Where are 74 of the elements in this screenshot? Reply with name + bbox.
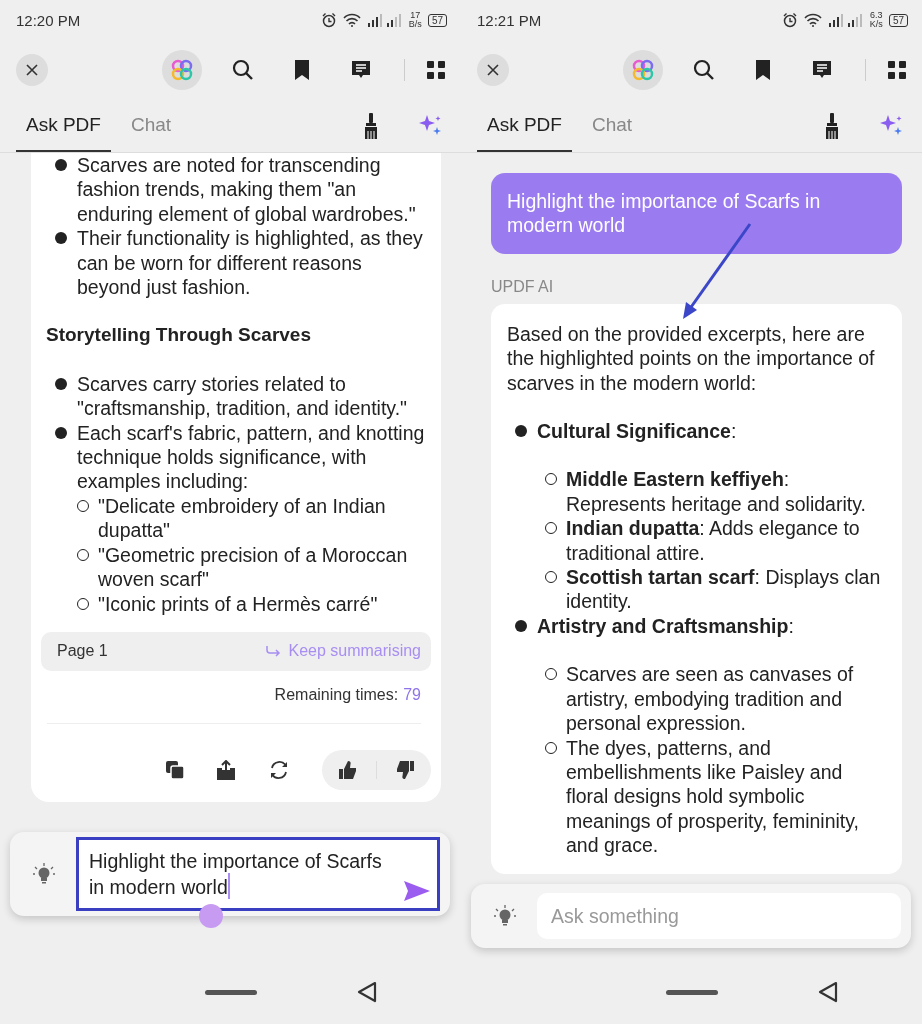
lightbulb-icon[interactable]	[493, 904, 517, 928]
sub-bullet-text: Middle Eastern keffiyeh: Represents heritage and solidarity.	[566, 467, 867, 517]
speed-unit: B/s	[408, 20, 422, 29]
home-bar[interactable]	[204, 989, 257, 995]
speed-value: 6.3	[870, 11, 883, 20]
input-field[interactable]: Ask something	[537, 893, 901, 939]
bullet-text: Artistry and Craftsmanship:	[537, 613, 795, 639]
bullet-icon	[515, 619, 527, 632]
bullet-text: Their functionality is highlighted, as they can be worn for different reasons beyond just fashion.	[77, 226, 424, 300]
bookmark-icon[interactable]	[294, 59, 310, 81]
share-icon[interactable]	[216, 760, 236, 781]
input-field[interactable]: Highlight the importance of Scarfs in modern world	[76, 837, 440, 912]
grid-icon[interactable]	[888, 61, 906, 79]
broom-icon[interactable]	[824, 113, 840, 139]
bullet-icon	[55, 426, 67, 439]
sub-bullet-text: "Geometric precision of a Moroccan woven scarf"	[98, 542, 409, 592]
thumbs-up-icon[interactable]	[338, 760, 358, 781]
broom-icon[interactable]	[363, 113, 379, 139]
question-bubble: Highlight the importance of Scarfs in modern world	[491, 173, 902, 254]
bullet-icon	[515, 425, 527, 438]
back-icon[interactable]	[818, 981, 838, 1003]
copy-icon[interactable]	[166, 761, 184, 780]
clover-icon	[630, 57, 656, 83]
sub-bullet-text: The dyes, patterns, and embellishments like Paisley and floral designs hold symbolic meanings of prosperity, femininity, and grace.	[566, 735, 860, 858]
battery-indicator: 57	[888, 13, 908, 27]
bullet-text: Cultural Significance:	[537, 419, 738, 444]
sub-bullet-text: Scottish tartan scarf: Displays clan identity.	[566, 565, 882, 614]
bookmark-icon[interactable]	[755, 59, 771, 81]
bullet-text: Scarves carry stories related to "craftsmanship, tradition, and identity."	[77, 371, 408, 421]
answer-paragraph: Based on the provided excerpts, here are the highlighted points on the importance of scarves in the modern world:	[507, 321, 876, 396]
bullet-icon	[55, 377, 67, 390]
sender-label: UPDF AI	[491, 277, 555, 296]
close-icon	[486, 63, 500, 77]
clover-button[interactable]	[623, 50, 663, 90]
arrow-icon	[264, 645, 281, 658]
signal-icon	[827, 13, 864, 27]
back-icon[interactable]	[357, 981, 377, 1003]
bullet-text: Scarves are noted for transcending fashion trends, making them "an enduring element of global wardrobes."	[77, 153, 417, 227]
search-icon[interactable]	[693, 59, 715, 81]
bullet-icon	[55, 232, 67, 245]
status-time: 12:20 PM	[16, 11, 81, 29]
sub-bullet-text: Indian dupatta: Adds elegance to traditional attire.	[566, 516, 861, 566]
close-button[interactable]	[16, 54, 48, 86]
page-label: Page 1	[57, 641, 108, 662]
remaining-label: Remaining times:	[274, 684, 399, 705]
sub-bullet-text: "Delicate embroidery of an Indian dupatta"	[98, 493, 387, 543]
close-button[interactable]	[477, 54, 509, 86]
remaining-count: 79	[403, 684, 421, 705]
clover-button[interactable]	[162, 50, 202, 90]
lightbulb-icon[interactable]	[32, 862, 56, 887]
section-heading: Storytelling Through Scarves	[46, 323, 312, 348]
thumbs-down-icon[interactable]	[395, 760, 415, 781]
bullet-text: Each scarf's fabric, pattern, and knotting technique holds significance, with examples including:	[77, 420, 426, 494]
refresh-icon[interactable]	[268, 759, 290, 782]
tab[interactable]: Ask PDF	[477, 100, 572, 152]
signal-icon	[366, 13, 403, 27]
search-icon[interactable]	[232, 59, 254, 81]
home-bar[interactable]	[665, 989, 718, 995]
close-icon	[25, 63, 39, 77]
clover-icon	[169, 57, 195, 83]
sub-bullet-text: "Iconic prints of a Hermès carré"	[98, 591, 379, 616]
speed-unit: K/s	[869, 20, 883, 29]
battery-indicator: 57	[427, 13, 447, 27]
status-time: 12:21 PM	[477, 11, 542, 29]
sub-bullet-text: Scarves are seen as canvases of artistry, embodying tradition and personal expression.	[566, 662, 855, 736]
speed-value: 17	[410, 11, 421, 20]
send-icon[interactable]	[403, 880, 431, 903]
grid-icon[interactable]	[427, 61, 445, 79]
cursor-handle[interactable]	[199, 904, 223, 929]
wifi-icon	[803, 13, 822, 27]
alarm-icon	[320, 12, 337, 28]
alarm-icon	[781, 12, 798, 28]
wifi-icon	[342, 13, 361, 27]
bullet-icon	[55, 159, 67, 171]
